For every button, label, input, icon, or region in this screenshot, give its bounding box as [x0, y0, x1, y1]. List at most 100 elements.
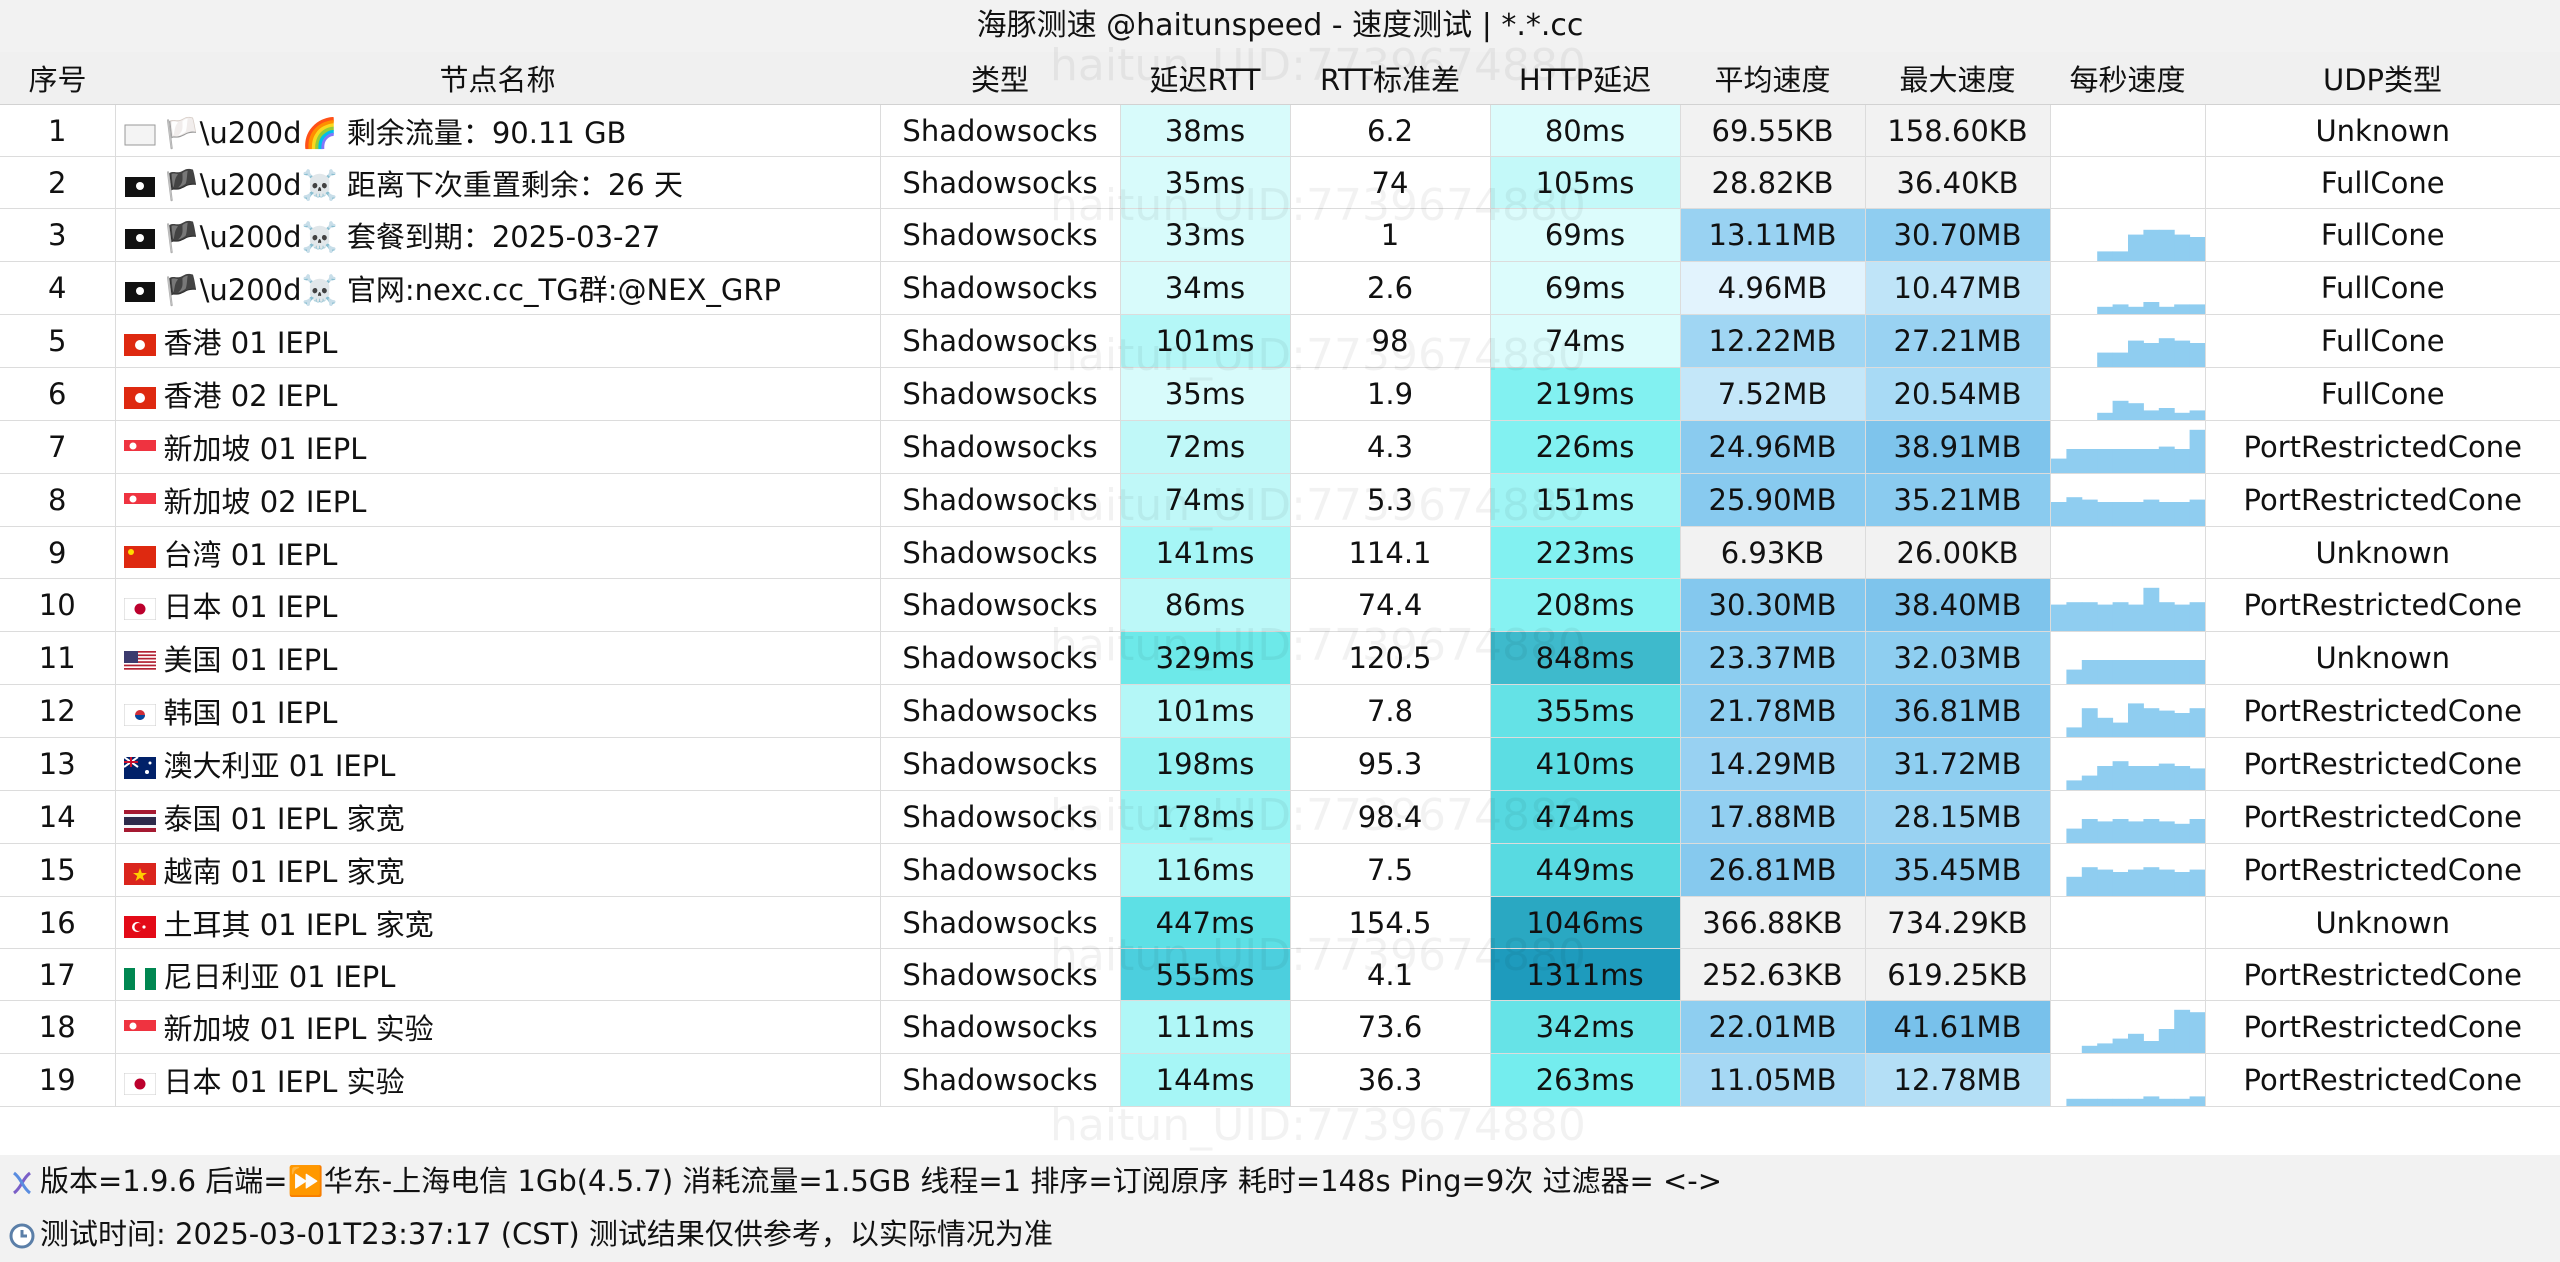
speed-bar: [2158, 821, 2175, 843]
cell-udp-type: Unknown: [2205, 526, 2560, 579]
node-name-text: 澳大利亚 01 IEPL: [163, 749, 396, 783]
col-header-rtt-std[interactable]: RTT标准差: [1290, 52, 1490, 105]
black-flag-pirate-flag-icon: [124, 228, 156, 250]
cell-avg-speed: 25.90MB: [1680, 473, 1866, 527]
cell-type: Shadowsocks: [880, 790, 1121, 844]
speed-bar: [2142, 766, 2159, 790]
cell-index: 10: [0, 578, 116, 632]
table-row[interactable]: 12 韩国 01 IEPL Shadowsocks 101ms 7.8 355ms 21.7…: [0, 684, 2560, 738]
speed-bar: [2173, 1009, 2190, 1053]
speed-bar: [2112, 449, 2128, 473]
cell-index: 1: [0, 104, 116, 157]
dna-icon: [8, 1169, 36, 1197]
speed-bar: [2127, 1033, 2144, 1053]
speed-bar: [2127, 502, 2144, 526]
kr-flag-icon: [123, 704, 156, 726]
col-header-per-second-speed[interactable]: 每秒速度: [2050, 52, 2205, 105]
node-name-text: 🏴\u200d☠️ 套餐到期：2025-03-27: [163, 220, 661, 254]
table-row[interactable]: 8 新加坡 02 IEPL Shadowsocks 74ms 5.3 151ms 25.90…: [0, 473, 2560, 527]
cell-per-second-chart: [2050, 1053, 2206, 1107]
speed-bar: [2096, 717, 2113, 737]
table-row[interactable]: 11 美国 01 IEPL Shadowsocks 329ms 120.5 848ms 23…: [0, 631, 2560, 685]
cell-avg-speed: 69.55KB: [1680, 104, 1866, 157]
col-header-node-name[interactable]: 节点名称: [115, 52, 880, 105]
table-row[interactable]: 10 日本 01 IEPL Shadowsocks 86ms 74.4 208ms 30.3…: [0, 578, 2560, 632]
table-row[interactable]: 3 🏴\u200d☠️ 套餐到期：2025-03-27 Shadowsocks 33m…: [0, 208, 2560, 262]
cell-http-latency: 848ms: [1490, 631, 1681, 685]
speed-bar: [2127, 821, 2144, 843]
cell-index: 5: [0, 314, 116, 368]
cell-udp-type: PortRestrictedCone: [2205, 737, 2560, 791]
speed-bar: [2112, 251, 2128, 261]
cell-index: 15: [0, 843, 116, 897]
cell-avg-speed: 28.82KB: [1680, 156, 1866, 209]
cell-max-speed: 30.70MB: [1865, 208, 2051, 262]
speed-bar: [2189, 660, 2204, 684]
cell-max-speed: 36.40KB: [1865, 156, 2051, 209]
cell-per-second-chart: [2050, 1000, 2206, 1054]
speed-bar: [2112, 502, 2128, 526]
table-row[interactable]: 14 泰国 01 IEPL 家宽 Shadowsocks 178ms 98.4 474ms…: [0, 790, 2560, 844]
speed-bar: [2189, 499, 2204, 526]
col-header-udp-type[interactable]: UDP类型: [2205, 52, 2560, 105]
cell-udp-type: FullCone: [2205, 314, 2560, 368]
speed-bar: [2142, 587, 2159, 631]
speed-bar: [2158, 869, 2175, 896]
speed-bar: [2127, 660, 2144, 684]
table-row[interactable]: 15 越南 01 IEPL 家宽 Shadowsocks 116ms 7.5 449ms 2…: [0, 843, 2560, 897]
table-row[interactable]: 16 土耳其 01 IEPL 家宽 Shadowsocks 447ms 154.5 104…: [0, 896, 2560, 949]
cell-rtt: 141ms: [1120, 526, 1291, 579]
speed-bar: [2142, 229, 2159, 261]
speed-bar: [2065, 828, 2082, 843]
speed-bar: [2096, 821, 2113, 843]
cell-http-latency: 1311ms: [1490, 948, 1681, 1001]
speed-bar: [2189, 869, 2204, 896]
table-row[interactable]: 9 台湾 01 IEPL Shadowsocks 141ms 114.1 223ms 6.9…: [0, 526, 2560, 579]
cell-per-second-chart: [2050, 684, 2206, 738]
col-header-max-speed[interactable]: 最大速度: [1865, 52, 2050, 105]
cell-http-latency: 223ms: [1490, 526, 1681, 579]
col-header-type[interactable]: 类型: [880, 52, 1120, 105]
cell-node-name: 新加坡 01 IEPL: [115, 420, 881, 474]
col-header-index[interactable]: 序号: [0, 52, 115, 105]
jp-flag-icon: [123, 1073, 156, 1095]
col-header-rtt[interactable]: 延迟RTT: [1120, 52, 1290, 105]
cell-rtt-std: 6.2: [1290, 104, 1491, 157]
speed-bar: [2142, 499, 2159, 526]
table-row[interactable]: 7 新加坡 01 IEPL Shadowsocks 72ms 4.3 226ms 24.96…: [0, 420, 2560, 474]
cell-index: 4: [0, 261, 116, 315]
node-name-text: 新加坡 01 IEPL: [163, 432, 367, 466]
cell-rtt-std: 1: [1290, 208, 1491, 262]
cell-avg-speed: 22.01MB: [1680, 1000, 1866, 1054]
table-row[interactable]: 18 新加坡 01 IEPL 实验 Shadowsocks 111ms 73.6 342m…: [0, 1000, 2560, 1054]
col-header-http-latency[interactable]: HTTP延迟: [1490, 52, 1680, 105]
cell-udp-type: PortRestrictedCone: [2205, 948, 2560, 1001]
cell-per-second-chart: [2050, 261, 2206, 315]
table-row[interactable]: 19 日本 01 IEPL 实验 Shadowsocks 144ms 36.3 263ms…: [0, 1053, 2560, 1107]
table-row[interactable]: 13 澳大利亚 01 IEPL Shadowsocks 198ms 95.3 410ms 1…: [0, 737, 2560, 791]
speed-bar: [2127, 234, 2144, 261]
cell-rtt-std: 73.6: [1290, 1000, 1491, 1054]
speed-bar: [2158, 1098, 2175, 1106]
speed-bar: [2127, 703, 2144, 737]
cell-avg-speed: 24.96MB: [1680, 420, 1866, 474]
table-row[interactable]: 2 🏴\u200d☠️ 距离下次重置剩余：26 天 Shadowsocks 35ms 7…: [0, 156, 2560, 209]
speed-bar: [2127, 1098, 2144, 1106]
table-row[interactable]: 17 尼日利亚 01 IEPL Shadowsocks 555ms 4.1 1311ms 2…: [0, 948, 2560, 1001]
cell-udp-type: FullCone: [2205, 208, 2560, 262]
col-header-avg-speed[interactable]: 平均速度: [1680, 52, 1865, 105]
cell-node-name: 香港 02 IEPL: [115, 367, 881, 421]
cell-max-speed: 32.03MB: [1865, 631, 2051, 685]
speed-bar: [2096, 306, 2113, 314]
table-row[interactable]: 5 香港 01 IEPL Shadowsocks 101ms 98 74ms 12.22MB…: [0, 314, 2560, 368]
tr-flag-icon: [123, 915, 156, 938]
speed-bar: [2189, 410, 2204, 420]
cell-udp-type: FullCone: [2205, 367, 2560, 421]
speed-bar: [2158, 763, 2175, 790]
table-row[interactable]: 4 🏴\u200d☠️ 官网:nexc.cc_TG群:@NEX_GRP Shadow…: [0, 261, 2560, 315]
table-row[interactable]: 6 香港 02 IEPL Shadowsocks 35ms 1.9 219ms 7.52MB…: [0, 367, 2560, 421]
table-row[interactable]: 1 🏳️\u200d🌈 剩余流量：90.11 GB Shadowsocks 38ms 6…: [0, 104, 2560, 157]
cell-type: Shadowsocks: [880, 737, 1121, 791]
speed-bar: [2096, 766, 2113, 790]
speed-bar: [2112, 722, 2128, 737]
